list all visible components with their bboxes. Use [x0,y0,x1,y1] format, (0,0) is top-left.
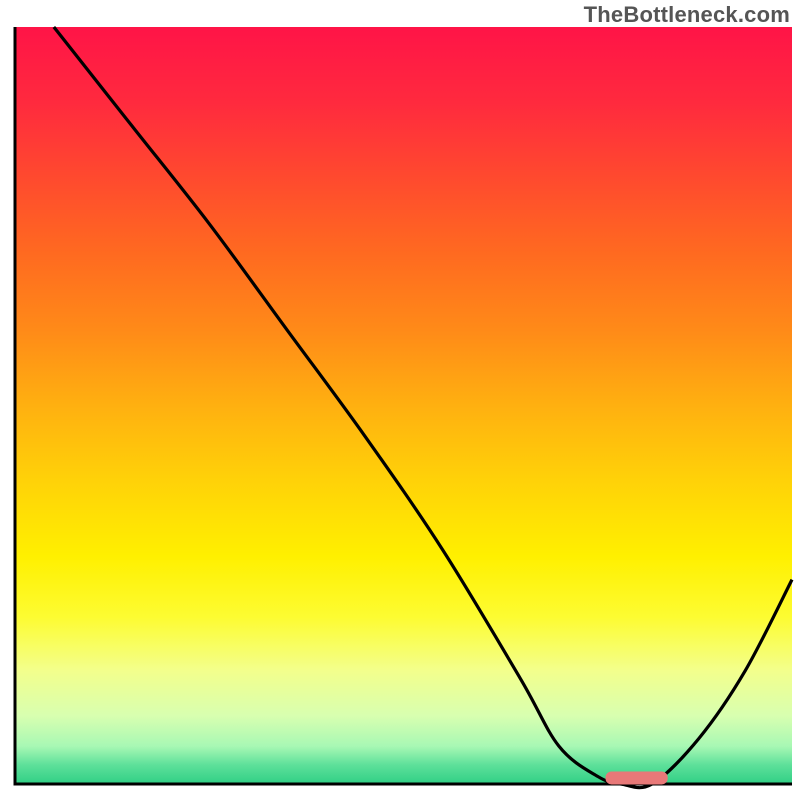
watermark-text: TheBottleneck.com [584,2,790,28]
plot-background [15,27,792,784]
chart-svg [0,0,800,800]
bottleneck-chart: TheBottleneck.com [0,0,800,800]
optimal-marker [606,771,668,784]
